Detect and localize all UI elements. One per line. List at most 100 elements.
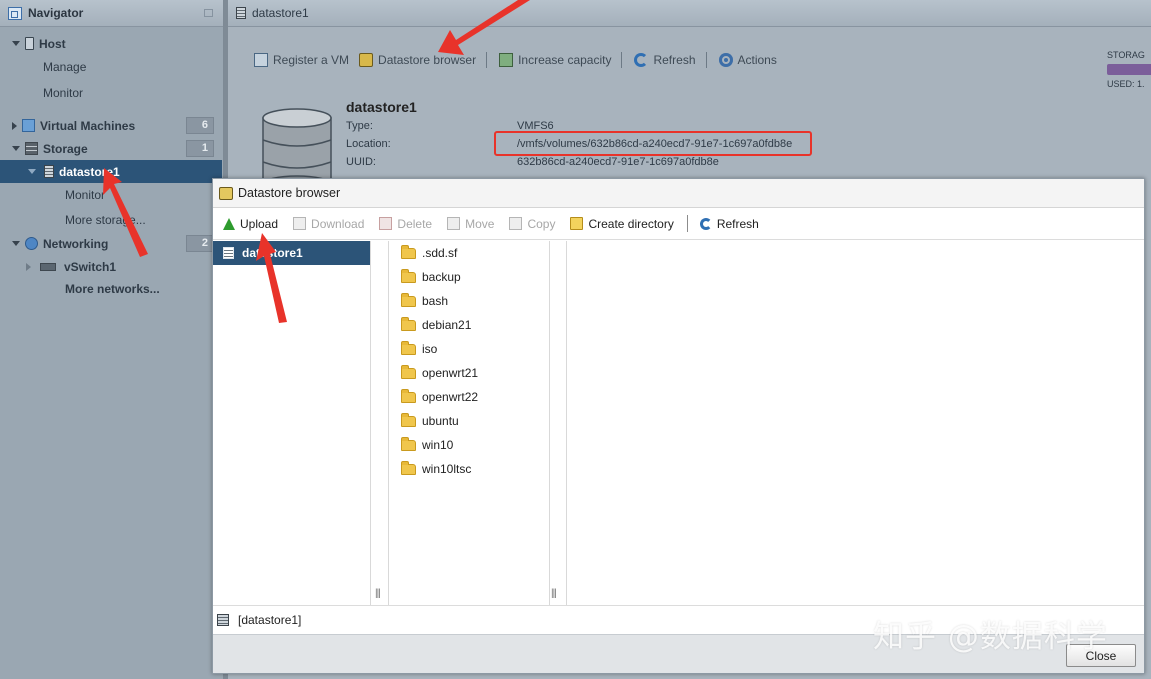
datastore-icon (217, 614, 229, 626)
expand-icon[interactable] (26, 262, 31, 271)
datastore-list-pane: datastore1 ||| (213, 241, 381, 605)
register-vm-icon (254, 53, 268, 67)
expand-icon[interactable] (28, 169, 36, 174)
expand-icon[interactable] (12, 121, 17, 130)
button-label: Datastore browser (378, 53, 477, 67)
datastore-browser-icon (359, 53, 374, 67)
folder-label: backup (422, 270, 461, 284)
host-icon (25, 37, 34, 50)
type-label: Type: (346, 120, 373, 132)
file-list-pane (566, 241, 1144, 605)
folder-item[interactable]: iso (389, 337, 549, 361)
folder-item[interactable]: openwrt22 (389, 385, 549, 409)
datastore-browser-icon (219, 186, 233, 200)
expand-icon[interactable] (12, 41, 20, 46)
nav-label: Manage (43, 59, 87, 74)
nav-item-manage[interactable]: Manage (0, 55, 222, 78)
nav-label: More networks... (65, 281, 160, 296)
folder-item[interactable]: win10ltsc (389, 457, 549, 481)
datastore-list-item[interactable]: datastore1 (213, 241, 370, 265)
nav-label: Virtual Machines (40, 118, 136, 133)
download-button[interactable]: Download (293, 217, 364, 231)
storage-usage: STORAG USED: 1. (1107, 50, 1151, 89)
nav-item-datastore1[interactable]: datastore1 (0, 160, 222, 183)
folder-label: iso (422, 342, 438, 356)
navigator-icon (8, 6, 22, 20)
button-label: Register a VM (273, 53, 350, 67)
toolbar-separator (486, 52, 488, 68)
expand-icon[interactable] (12, 241, 20, 246)
button-label: Refresh (716, 216, 759, 231)
folder-icon (401, 316, 416, 331)
collapse-icon[interactable] (204, 9, 213, 17)
column-resize-grip[interactable]: ||| (551, 588, 557, 599)
navigator-title: Navigator (28, 6, 84, 20)
button-label: Copy (527, 216, 556, 231)
button-label: Upload (240, 216, 279, 231)
count-badge: 1 (186, 140, 214, 157)
folder-label: .sdd.sf (422, 246, 458, 260)
main-header-title: datastore1 (252, 6, 309, 20)
nav-item-storage[interactable]: Storage 1 (0, 137, 222, 160)
folder-item[interactable]: .sdd.sf (389, 241, 549, 265)
create-directory-button[interactable]: Create directory (570, 216, 674, 231)
nav-item-more-networks[interactable]: More networks... (0, 277, 222, 300)
nav-item-host-monitor[interactable]: Monitor (0, 81, 222, 104)
refresh-button[interactable]: Refresh (634, 53, 705, 67)
delete-button[interactable]: Delete (379, 217, 432, 231)
main-toolbar: Register a VM Datastore browser Increase… (254, 50, 787, 70)
column-resize-grip[interactable]: ||| (375, 588, 381, 599)
navigator-panel: Navigator Host Manage Monitor Virtual Ma… (0, 0, 224, 679)
folder-label: win10 (422, 438, 454, 452)
datastore-browser-dialog: Datastore browser Upload Download Delete… (212, 178, 1145, 674)
count-badge: 6 (186, 117, 214, 134)
move-button[interactable]: Move (447, 217, 494, 231)
download-icon (293, 217, 307, 230)
folder-icon (401, 340, 416, 355)
toolbar-separator (686, 215, 688, 232)
main-header: datastore1 (228, 0, 1151, 27)
expand-icon[interactable] (12, 146, 20, 151)
folder-item[interactable]: win10 (389, 433, 549, 457)
folder-item[interactable]: debian21 (389, 313, 549, 337)
datastore-icon (223, 247, 234, 259)
datastore-browser-button[interactable]: Datastore browser (359, 53, 486, 67)
folder-label: debian21 (422, 318, 472, 332)
nav-item-vswitch1[interactable]: vSwitch1 (0, 255, 222, 278)
new-folder-icon (570, 217, 584, 230)
button-label: Create directory (588, 216, 674, 231)
button-label: Download (311, 216, 365, 231)
folder-icon (401, 268, 416, 283)
nav-label: Networking (43, 236, 109, 251)
actions-button[interactable]: Actions (718, 53, 787, 67)
folder-item[interactable]: backup (389, 265, 549, 289)
nav-label: Host (39, 36, 66, 51)
copy-button[interactable]: Copy (509, 217, 555, 231)
nav-item-more-storage[interactable]: More storage... (0, 208, 222, 231)
dialog-refresh-button[interactable]: Refresh (699, 216, 759, 231)
increase-capacity-button[interactable]: Increase capacity (499, 53, 621, 67)
datastore-cylinder-icon (262, 108, 332, 186)
nav-label: vSwitch1 (64, 259, 117, 274)
nav-item-host[interactable]: Host (0, 32, 222, 55)
folder-item[interactable]: openwrt21 (389, 361, 549, 385)
register-vm-button[interactable]: Register a VM (254, 53, 359, 67)
storage-icon (25, 142, 38, 155)
folder-label: bash (422, 294, 449, 308)
nav-item-virtual-machines[interactable]: Virtual Machines 6 (0, 114, 222, 137)
nav-item-networking[interactable]: Networking 2 (0, 232, 222, 255)
folder-label: openwrt22 (422, 390, 479, 404)
virtual-machines-icon (22, 119, 35, 132)
nav-label: More storage... (65, 212, 146, 227)
folder-icon (401, 292, 416, 307)
uuid-value: 632b86cd-a240ecd7-91e7-1c697a0fdb8e (517, 156, 719, 168)
folder-list-pane: .sdd.sf backup bash debian21 iso openwrt… (388, 241, 557, 605)
folder-icon (401, 436, 416, 451)
folder-item[interactable]: ubuntu (389, 409, 549, 433)
folder-icon (401, 412, 416, 427)
count-badge: 2 (186, 235, 214, 252)
folder-icon (401, 388, 416, 403)
nav-item-datastore-monitor[interactable]: Monitor (0, 183, 222, 206)
upload-button[interactable]: Upload (223, 217, 278, 231)
folder-item[interactable]: bash (389, 289, 549, 313)
